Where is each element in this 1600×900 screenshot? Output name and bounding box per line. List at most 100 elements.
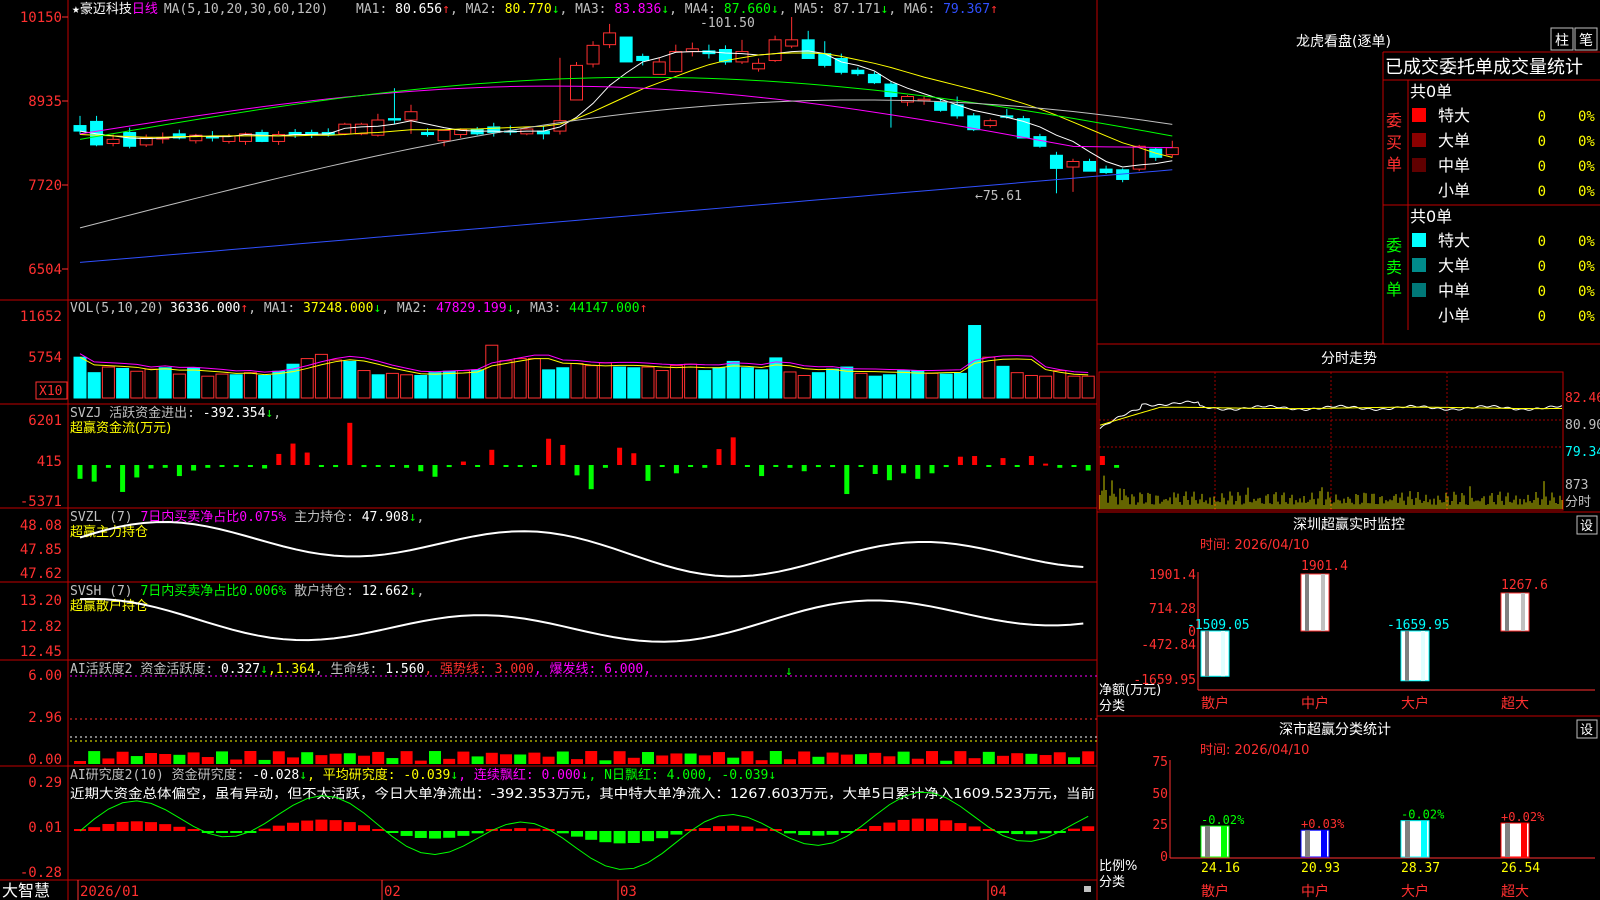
ai1-bars[interactable] [74,751,1095,764]
svg-text:8935: 8935 [28,94,62,110]
ai2-bar [528,828,541,831]
fltj-bar-change: -0.02% [1401,808,1445,822]
volume-bars[interactable] [73,325,1095,399]
legend-swatch [1412,108,1426,122]
szjk-bar-chart[interactable]: -1509.05 散户 1901.4 中户 -1659.95 大户 1267.6 超大 [1187,559,1548,712]
ai2-bar [556,831,569,834]
lhb-title: 龙虎看盘(逐单) [1296,33,1391,50]
candle-body [867,73,881,84]
stock-chart-canvas[interactable]: ★豪迈科技日线 MA(5,10,20,30,60,120) MA1: 80.656… [0,0,1600,900]
stock-name[interactable]: 豪迈科技 [80,1,132,17]
lhb-row-percent: 0% [1578,234,1595,250]
fltj-title: 深市超赢分类统计 [1279,721,1391,738]
fltj-category: 超大 [1501,884,1529,900]
svsh-header: SVSH (7) 7日内买卖净占比0.006% 散户持仓: 12.662↓, [70,583,424,599]
svg-text:柱: 柱 [1555,33,1569,49]
ai2-analysis-text: 近期大资金总体偏空，虽有异动，但不太活跃，今日大单净流出：-392.353万元，… [70,786,1095,802]
volume-bar [144,368,158,399]
ai2-bars[interactable] [74,791,1095,870]
ai1-bar [1082,751,1095,764]
svzj-bar [929,465,935,474]
svg-text:6201: 6201 [28,413,62,429]
ai1-bar [613,751,626,764]
svzj-bar [205,465,211,468]
lhb-row-count: 0 [1538,309,1546,325]
volume-bar [442,370,456,399]
volume-bar [698,370,712,399]
ai1-yaxis: 6.00 2.96 0.00 [28,668,62,768]
ai1-bar [755,760,768,764]
ai2-bar [145,822,157,831]
svzj-bar [574,465,580,476]
ai1-bar [741,751,754,764]
period-label[interactable]: 日线 [132,2,158,17]
svzj-bar [560,444,566,465]
fltj-bar-chart[interactable]: -0.02% 24.16 散户 +0.03% 20.93 中户 -0.02% 28.37 大户 +… [1200,808,1545,900]
svg-text:1901.4: 1901.4 [1149,568,1196,583]
candlestick-plot[interactable] [73,17,1179,263]
svzj-bar [631,453,637,465]
svg-text:卖: 卖 [1386,258,1402,277]
lhb-row-count: 0 [1538,159,1546,175]
ai2-bar [613,831,626,844]
fltj-bar-shade [1405,820,1410,857]
ai1-bar [784,759,796,764]
lhb-row-name: 大单 [1438,256,1470,275]
ai2-bar [1011,831,1024,835]
candle-body [636,55,650,62]
ai1-bar [102,758,115,764]
volume-bar [258,374,272,399]
volume-bar [811,372,825,399]
volume-bar [1010,372,1024,399]
candle-body [652,61,666,75]
legend-swatch [1412,158,1426,172]
svzj-bar [105,465,111,468]
fltj-yaxis: 75 50 25 0 [1152,755,1168,865]
volume-bar [158,367,172,399]
volume-bar [613,366,627,399]
lhb-row-percent: 0% [1578,159,1595,175]
ai1-bar [982,751,995,764]
svsh-line [79,597,1084,643]
ai1-bar [244,751,257,764]
szjk-bar-shade [1221,631,1225,677]
szjk-bar-value: 1267.6 [1501,578,1548,593]
ai2-bar [272,825,285,831]
volume-bar [471,369,485,399]
volume-bar [73,356,87,399]
svzj-bar [219,465,225,467]
svzj-bar [77,465,83,479]
lock-icon[interactable] [1084,886,1091,892]
ai2-bar [457,831,470,836]
volume-bar [201,375,215,399]
svg-text:★豪迈科技日线MA(5,10,20,30,60,120): ★豪迈科技日线 MA(5,10,20,30,60,120) [72,1,328,17]
svzj-bar [1028,456,1034,465]
fltj-bar-shade [1221,826,1227,857]
ai1-bar [1025,753,1038,764]
szjk-bar-shade [1305,574,1309,631]
svg-text:委: 委 [1386,111,1402,130]
volume-bar [953,372,967,399]
volume-bar [343,360,357,399]
ma5-line [79,99,1173,229]
svg-text:买: 买 [1386,133,1402,152]
lhb-row-percent: 0% [1578,284,1595,300]
fenshi-title[interactable]: 分时走势 [1321,351,1377,367]
svg-text:2.96: 2.96 [28,710,62,726]
candle-body [338,123,352,135]
candle-body [255,131,269,142]
volume-bar [513,358,527,399]
legend-swatch [1412,233,1426,247]
svg-text:47.85: 47.85 [20,542,62,558]
ai2-bar [698,828,711,831]
ai1-header: AI活跃度2 资金活跃度: 0.327↓,1.364, 生命线: 1.560, … [70,661,651,677]
svzj-bar [318,465,324,467]
ai1-bar [1053,752,1066,764]
ai2-bar [627,831,640,843]
svzj-bar [531,465,537,467]
volume-bar [641,366,655,399]
svzj-bars[interactable] [77,422,1120,495]
sell-label: 委 卖 单 [1386,236,1402,299]
fltj-time: 时间: 2026/04/10 [1200,743,1309,758]
ai2-bar [315,819,328,831]
